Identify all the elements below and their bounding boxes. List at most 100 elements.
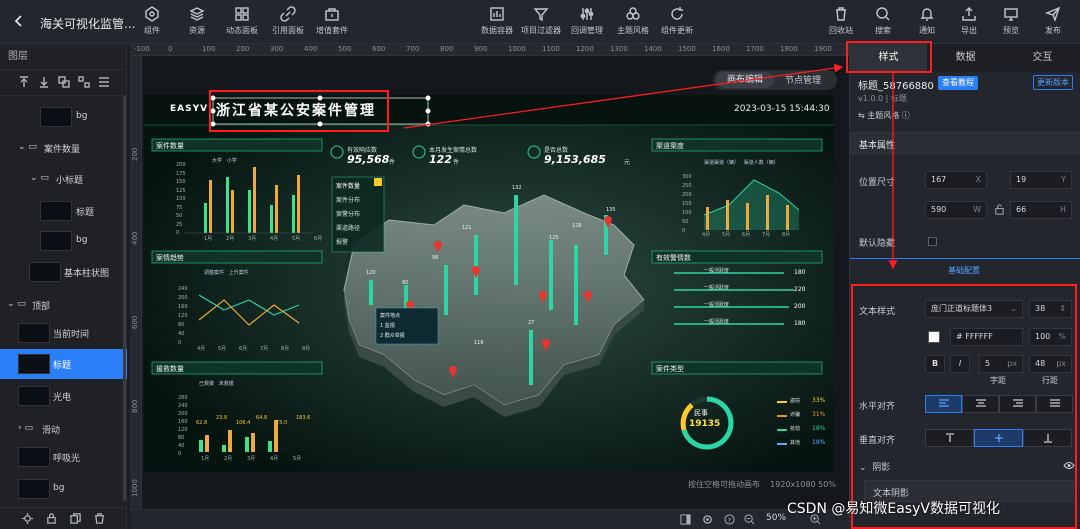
data-container-button[interactable]: 数据容器 <box>481 6 513 36</box>
back-arrow-icon[interactable] <box>11 13 27 29</box>
notify-button[interactable]: 通知 <box>919 6 935 36</box>
copy-icon[interactable] <box>70 513 81 524</box>
layer-folder-top[interactable]: ⌄ ▭ 顶部 <box>0 294 127 316</box>
height-field[interactable]: 66 H <box>1010 201 1072 219</box>
layer-item-title-selected[interactable]: 标题 <box>0 349 127 379</box>
section-basic[interactable]: 基本属性 <box>850 132 1080 154</box>
help-icon[interactable]: ? <box>724 514 735 525</box>
move-top-icon[interactable] <box>18 76 30 88</box>
opacity-field[interactable]: 100% <box>1029 328 1072 346</box>
font-family-select[interactable]: 庞门正道标题体3 ⌄ <box>925 300 1023 318</box>
zoom-out-icon[interactable] <box>744 514 755 525</box>
selection-handles[interactable] <box>210 94 433 128</box>
locate-icon[interactable] <box>22 513 33 524</box>
width-field[interactable]: 590 W <box>925 201 987 219</box>
dynamic-panel-button[interactable]: 动态面板 <box>226 6 258 36</box>
valign-middle-icon <box>994 434 1003 442</box>
tab-style[interactable]: 样式 <box>850 44 927 72</box>
axis-tick-label: 4月 <box>270 236 279 242</box>
layer-folder-case-count[interactable]: ⌄ ▭ 案件数量 <box>0 137 127 159</box>
ruler-tick-label: 1700 <box>746 45 764 53</box>
resource-button[interactable]: 资源 <box>189 6 205 36</box>
layer-folder-subtitle[interactable]: ⌄ ▭ 小标题 <box>0 168 127 190</box>
move-bottom-icon[interactable] <box>38 76 50 88</box>
ruler-tick-label: 200 <box>236 45 250 53</box>
axis-tick-label: 150 <box>176 179 186 185</box>
tab-data[interactable]: 数据 <box>927 44 1004 72</box>
search-button[interactable]: 搜索 <box>875 6 891 36</box>
callback-manage-button[interactable]: 回调管理 <box>571 6 603 36</box>
component-name: 标题_58766880 <box>858 81 934 92</box>
component-button[interactable]: 组件 <box>144 6 160 36</box>
align-left-button[interactable] <box>925 395 962 413</box>
layer-panel: 图层 bg ⌄ ▭ 案件数量 ⌄ ▭ 小标题 标题 bg 基本柱状图 ⌄ ▭ 顶… <box>0 44 127 529</box>
color-field[interactable]: # FFFFFF <box>950 328 1023 346</box>
shadow-section[interactable]: ⌄ 阴影 <box>859 460 890 473</box>
view-tutorial-button[interactable]: 查看教程 <box>938 76 978 90</box>
line-height-field[interactable]: 48 px <box>1029 355 1072 373</box>
ruler-tick-label: 600 <box>372 45 386 53</box>
export-button[interactable]: 导出 <box>961 6 977 36</box>
lock-icon[interactable] <box>46 513 57 524</box>
layer-thumbnail <box>18 323 50 343</box>
update-version-button[interactable]: 更新版本 <box>1033 75 1073 90</box>
layer-item-breath-light[interactable]: 呼吸光 <box>0 442 127 472</box>
hbar-value: 180 <box>794 320 806 327</box>
type-pct: 33% <box>812 397 826 404</box>
italic-toggle[interactable]: I <box>950 355 970 373</box>
x-field[interactable]: 167 X <box>925 171 987 189</box>
settings-icon[interactable] <box>702 514 713 525</box>
canvas-hint: 按住空格可拖动画布 1920x1080 50% <box>688 480 836 489</box>
legend-swatch <box>777 443 787 445</box>
eye-icon[interactable] <box>1063 461 1075 470</box>
recycle-bin-button[interactable]: 回收站 <box>829 6 853 36</box>
theme-style-button[interactable]: 主题风格 <box>617 6 649 36</box>
layer-item-bg-1[interactable]: bg <box>0 102 127 132</box>
align-center-button[interactable] <box>962 395 999 413</box>
component-update-button[interactable]: 组件更新 <box>661 6 693 36</box>
valign-middle-button[interactable] <box>974 429 1023 447</box>
layer-item-title-sub[interactable]: 标题 <box>0 196 127 226</box>
basic-config-tab[interactable]: 基础配置 <box>948 265 980 276</box>
dashboard-screen[interactable]: EASYV 浙江省某公安案件管理 2023-03-15 15:44:30 案件数… <box>144 95 834 472</box>
align-right-button[interactable] <box>999 395 1036 413</box>
publish-button[interactable]: 发布 <box>1045 6 1061 36</box>
data-label: 64.8 <box>256 415 268 421</box>
value-suite-button[interactable]: 增值套件 <box>316 6 348 36</box>
valign-bottom-button[interactable] <box>1023 429 1072 447</box>
font-size-field[interactable]: 38 ⇕ <box>1029 300 1072 318</box>
layer-item-current-time[interactable]: 当前时间 <box>0 318 127 348</box>
tab-interaction[interactable]: 交互 <box>1004 44 1080 72</box>
list-view-icon[interactable] <box>98 76 110 88</box>
group-icon[interactable] <box>58 76 70 88</box>
color-swatch[interactable] <box>928 331 940 343</box>
layer-item-bar-chart[interactable]: 基本柱状图 <box>0 257 127 287</box>
donut-value: 19135 <box>689 419 721 429</box>
lock-ratio-icon[interactable] <box>994 204 1005 215</box>
valign-top-button[interactable] <box>925 429 974 447</box>
letter-spacing-label: 字距 <box>990 376 1006 385</box>
delete-icon[interactable] <box>94 513 105 524</box>
axis-tick-label: 5月 <box>293 456 302 462</box>
ruler-tick-label: 300 <box>270 45 284 53</box>
folder-open-icon: ⌄ ▭ <box>18 142 37 152</box>
letter-spacing-field[interactable]: 5 px <box>979 355 1023 373</box>
zoom-value[interactable]: 50% <box>766 513 786 523</box>
project-filter-button[interactable]: 项目过滤器 <box>521 6 561 36</box>
align-justify-button[interactable] <box>1036 395 1073 413</box>
tab-node-manage[interactable]: 节点管理 <box>785 73 821 86</box>
theme-style-link[interactable]: ⇆ 主题风格 ⓘ <box>858 110 910 121</box>
layout-icon[interactable] <box>680 514 691 525</box>
preview-button[interactable]: 预览 <box>1003 6 1019 36</box>
tab-canvas-edit[interactable]: 画布编辑 <box>716 72 774 88</box>
ungroup-icon[interactable] <box>78 76 90 88</box>
y-field[interactable]: 19 Y <box>1010 171 1072 189</box>
layer-item-photoelectric[interactable]: 光电 <box>0 381 127 411</box>
default-hide-checkbox[interactable] <box>928 237 937 246</box>
layer-item-bg-3[interactable]: bg <box>0 474 127 504</box>
ref-panel-button[interactable]: 引用面板 <box>272 6 304 36</box>
layer-folder-slide[interactable]: › ▭ 滑动 <box>0 418 127 440</box>
layer-scrollbar[interactable] <box>123 96 126 501</box>
bold-toggle[interactable]: B <box>925 355 945 373</box>
layer-item-bg-2[interactable]: bg <box>0 226 127 256</box>
